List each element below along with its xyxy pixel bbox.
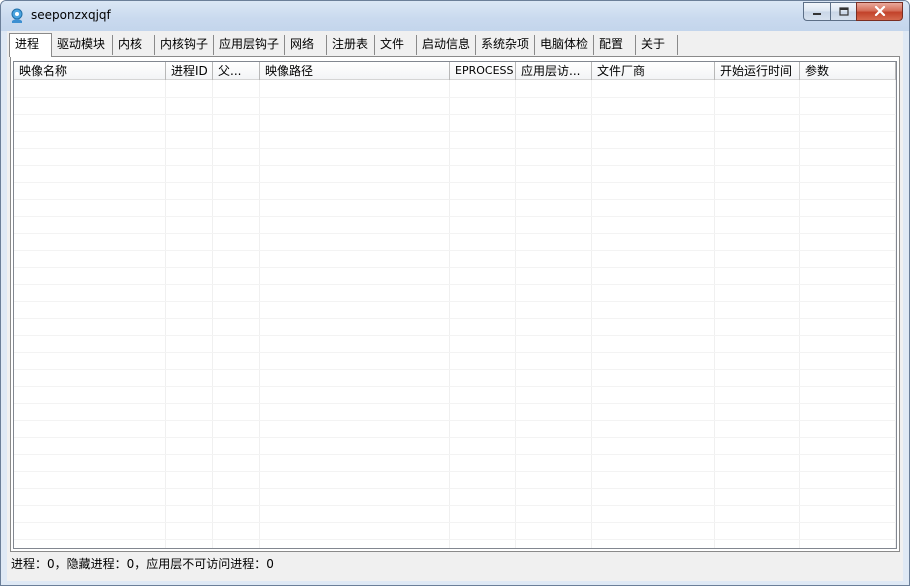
tab-kernel[interactable]: 内核 (113, 35, 155, 55)
tab-config[interactable]: 配置 (594, 35, 636, 55)
window-controls (803, 2, 903, 22)
maximize-button[interactable] (830, 2, 856, 21)
col-header-pid[interactable]: 进程ID (166, 62, 213, 80)
tab-app-hooks[interactable]: 应用层钩子 (214, 35, 285, 55)
app-window: seeponzxqjqf 进程 驱动模块 内核 内核钩子 应用层钩子 网络 注册… (0, 0, 910, 586)
col-header-parent-pid[interactable]: 父... (213, 62, 260, 80)
minimize-button[interactable] (803, 2, 830, 21)
tab-files[interactable]: 文件 (375, 35, 417, 55)
close-icon (874, 5, 886, 19)
col-header-image-name[interactable]: 映像名称 (14, 62, 166, 80)
tab-startup[interactable]: 启动信息 (417, 35, 476, 55)
col-header-arguments[interactable]: 参数 (800, 62, 896, 80)
maximize-icon (838, 5, 849, 19)
window-title: seeponzxqjqf (31, 8, 111, 22)
col-header-user-access[interactable]: 应用层访... (516, 62, 592, 80)
tab-process[interactable]: 进程 (9, 33, 52, 57)
col-header-start-time[interactable]: 开始运行时间 (715, 62, 800, 80)
client-area: 进程 驱动模块 内核 内核钩子 应用层钩子 网络 注册表 文件 启动信息 系统杂… (7, 31, 903, 581)
minimize-icon (812, 5, 822, 19)
tab-network[interactable]: 网络 (285, 35, 327, 55)
list-header: 映像名称 进程ID 父... 映像路径 EPROCESS 应用层访... 文件厂… (14, 62, 896, 80)
tab-registry[interactable]: 注册表 (327, 35, 375, 55)
list-body (14, 80, 896, 548)
app-icon (9, 8, 25, 24)
status-bar: 进程：0，隐藏进程：0，应用层不可访问进程：0 (11, 557, 274, 571)
tab-driver-modules[interactable]: 驱动模块 (52, 35, 113, 55)
tab-kernel-hooks[interactable]: 内核钩子 (155, 35, 214, 55)
col-header-image-path[interactable]: 映像路径 (260, 62, 450, 80)
process-panel: 映像名称 进程ID 父... 映像路径 EPROCESS 应用层访... 文件厂… (10, 56, 900, 552)
col-header-vendor[interactable]: 文件厂商 (592, 62, 715, 80)
close-button[interactable] (856, 2, 903, 21)
tab-system-misc[interactable]: 系统杂项 (476, 35, 535, 55)
process-list[interactable]: 映像名称 进程ID 父... 映像路径 EPROCESS 应用层访... 文件厂… (13, 61, 897, 549)
col-header-eprocess[interactable]: EPROCESS (450, 62, 516, 80)
title-bar[interactable]: seeponzxqjqf (1, 1, 909, 31)
tab-pc-checkup[interactable]: 电脑体检 (535, 35, 594, 55)
tab-about[interactable]: 关于 (636, 35, 678, 55)
tab-strip: 进程 驱动模块 内核 内核钩子 应用层钩子 网络 注册表 文件 启动信息 系统杂… (9, 33, 678, 57)
